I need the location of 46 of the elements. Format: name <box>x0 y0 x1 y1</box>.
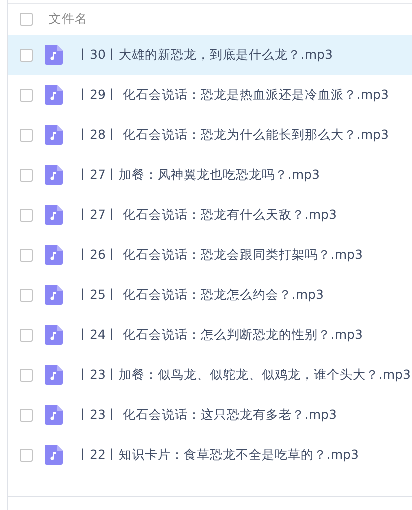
music-file-icon <box>45 365 63 385</box>
checkbox[interactable] <box>20 128 33 142</box>
checkbox[interactable] <box>20 368 33 382</box>
file-row[interactable]: 丨27丨 化石会说话：恐龙有什么天敌？.mp3 <box>8 195 412 235</box>
file-row[interactable]: 丨24丨 化石会说话：怎么判断恐龙的性别？.mp3 <box>8 315 412 355</box>
music-file-icon <box>45 85 63 105</box>
music-file-icon <box>45 405 63 425</box>
checkbox[interactable] <box>20 448 33 462</box>
music-file-icon <box>45 285 63 305</box>
file-row[interactable]: 丨28丨 化石会说话：恐龙为什么能长到那么大？.mp3 <box>8 115 412 155</box>
checkbox[interactable] <box>20 208 33 222</box>
music-file-icon <box>45 165 63 185</box>
file-name[interactable]: 丨23丨加餐：似鸟龙、似鸵龙、似鸡龙，谁个头大？.mp3 <box>77 366 411 384</box>
file-name[interactable]: 丨27丨 化石会说话：恐龙有什么天敌？.mp3 <box>77 206 337 224</box>
file-name[interactable]: 丨30丨大雄的新恐龙，到底是什么龙？.mp3 <box>77 46 333 64</box>
music-file-icon <box>45 125 63 145</box>
checkbox[interactable] <box>20 168 33 182</box>
checkbox[interactable] <box>20 328 33 342</box>
music-file-icon <box>45 45 63 65</box>
checkbox[interactable] <box>20 288 33 302</box>
music-file-icon <box>45 245 63 265</box>
file-name[interactable]: 丨24丨 化石会说话：怎么判断恐龙的性别？.mp3 <box>77 326 363 344</box>
music-file-icon <box>45 445 63 465</box>
file-name[interactable]: 丨25丨 化石会说话：恐龙怎么约会？.mp3 <box>77 286 324 304</box>
checkbox[interactable] <box>20 408 33 422</box>
checkbox[interactable] <box>20 48 33 62</box>
file-row[interactable]: 丨22丨知识卡片：食草恐龙不全是吃草的？.mp3 <box>8 435 412 475</box>
file-row[interactable]: 丨29丨 化石会说话：恐龙是热血派还是冷血派？.mp3 <box>8 75 412 115</box>
file-name[interactable]: 丨27丨加餐：风神翼龙也吃恐龙吗？.mp3 <box>77 166 320 184</box>
file-name[interactable]: 丨22丨知识卡片：食草恐龙不全是吃草的？.mp3 <box>77 446 359 464</box>
file-name[interactable]: 丨26丨 化石会说话：恐龙会跟同类打架吗？.mp3 <box>77 246 363 264</box>
file-row[interactable]: 丨26丨 化石会说话：恐龙会跟同类打架吗？.mp3 <box>8 235 412 275</box>
file-row[interactable]: 丨27丨加餐：风神翼龙也吃恐龙吗？.mp3 <box>8 155 412 195</box>
file-row[interactable]: 丨23丨 化石会说话：这只恐龙有多老？.mp3 <box>8 395 412 435</box>
checkbox[interactable] <box>20 248 33 262</box>
file-row[interactable]: 丨30丨大雄的新恐龙，到底是什么龙？.mp3 <box>8 35 412 75</box>
file-row[interactable]: 丨25丨 化石会说话：恐龙怎么约会？.mp3 <box>8 275 412 315</box>
file-row[interactable]: 丨23丨加餐：似鸟龙、似鸵龙、似鸡龙，谁个头大？.mp3 <box>8 355 412 395</box>
column-header[interactable]: 文件名 <box>49 11 88 28</box>
checkbox[interactable] <box>20 88 33 102</box>
file-name[interactable]: 丨29丨 化石会说话：恐龙是热血派还是冷血派？.mp3 <box>77 86 389 104</box>
music-file-icon <box>45 205 63 225</box>
file-name[interactable]: 丨23丨 化石会说话：这只恐龙有多老？.mp3 <box>77 406 337 424</box>
select-all-checkbox[interactable] <box>20 13 33 26</box>
file-name[interactable]: 丨28丨 化石会说话：恐龙为什么能长到那么大？.mp3 <box>77 126 389 144</box>
music-file-icon <box>45 325 63 345</box>
